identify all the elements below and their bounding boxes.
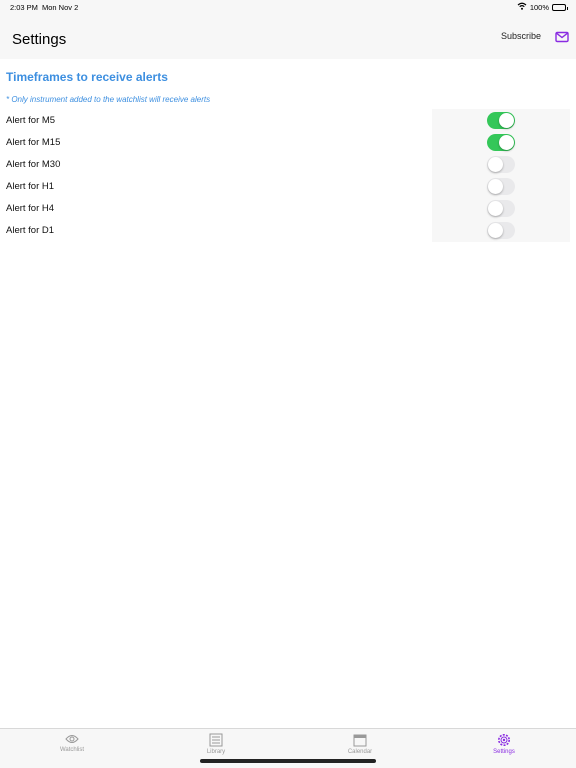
switch-knob (488, 157, 503, 172)
tab-watchlist[interactable]: Watchlist (42, 733, 102, 753)
screen: 2:03 PM Mon Nov 2 100% Settings Subscrib… (0, 0, 576, 768)
alert-label-h1: Alert for H1 (6, 181, 55, 192)
subscribe-button[interactable]: Subscribe (501, 31, 541, 41)
home-indicator (200, 759, 376, 763)
alerts-section-title: Timeframes to receive alerts (6, 70, 168, 84)
tab-label-settings: Settings (493, 749, 515, 755)
alert-label-m30: Alert for M30 (6, 159, 61, 170)
battery-icon (552, 3, 568, 11)
gear-icon (498, 734, 510, 746)
calendar-icon (353, 734, 367, 747)
switch-knob (488, 179, 503, 194)
tab-library[interactable]: Library (186, 733, 246, 755)
alert-switch-h4[interactable] (487, 200, 515, 217)
switch-knob (499, 135, 514, 150)
switch-knob (499, 113, 514, 128)
status-time: 2:03 PM (10, 3, 38, 12)
alert-label-h4: Alert for H4 (6, 203, 55, 214)
alert-label-m5: Alert for M5 (6, 115, 56, 126)
alert-switch-m5[interactable] (487, 112, 515, 129)
alert-switch-h1[interactable] (487, 178, 515, 195)
nav-bar: Settings Subscribe (0, 14, 576, 59)
list-icon (209, 733, 223, 747)
switch-knob (488, 223, 503, 238)
page-title: Settings (12, 31, 67, 48)
mail-icon[interactable] (555, 30, 569, 43)
alert-switch-d1[interactable] (487, 222, 515, 239)
status-right: 100% (517, 2, 568, 12)
switch-knob (488, 201, 503, 216)
alert-label-m15: Alert for M15 (6, 137, 61, 148)
tab-label-library: Library (206, 749, 226, 755)
eye-icon (65, 735, 79, 743)
tab-label-calendar: Calendar (347, 749, 373, 755)
tab-settings[interactable]: Settings (474, 733, 534, 755)
tab-label-watchlist: Watchlist (59, 747, 85, 753)
alert-switch-m15[interactable] (487, 134, 515, 151)
status-date: Mon Nov 2 (42, 3, 79, 12)
tab-calendar[interactable]: Calendar (330, 733, 390, 755)
alert-switch-m30[interactable] (487, 156, 515, 173)
status-bar: 2:03 PM Mon Nov 2 100% (0, 0, 576, 14)
wifi-icon (517, 2, 527, 12)
battery-percent: 100% (529, 2, 549, 12)
alerts-note: * Only instrument added to the watchlist… (6, 95, 211, 104)
alert-label-d1: Alert for D1 (6, 225, 55, 236)
